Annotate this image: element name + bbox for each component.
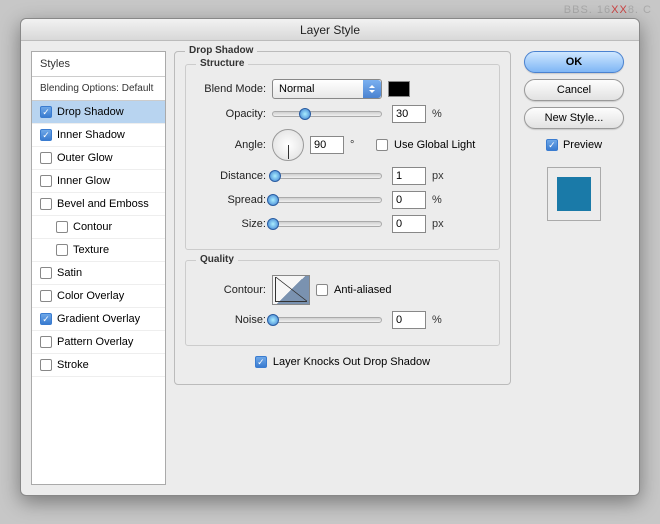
style-item-satin[interactable]: Satin xyxy=(32,262,165,285)
structure-legend: Structure xyxy=(196,58,248,69)
distance-unit: px xyxy=(432,170,452,182)
style-item-gradient-overlay[interactable]: Gradient Overlay xyxy=(32,308,165,331)
angle-dial[interactable] xyxy=(272,129,304,161)
opacity-unit: % xyxy=(432,108,452,120)
distance-slider[interactable] xyxy=(272,173,382,179)
style-item-pattern-overlay[interactable]: Pattern Overlay xyxy=(32,331,165,354)
knockout-label: Layer Knocks Out Drop Shadow xyxy=(273,356,430,368)
style-checkbox[interactable] xyxy=(40,129,52,141)
style-checkbox[interactable] xyxy=(40,313,52,325)
preview-checkbox[interactable] xyxy=(546,139,558,151)
style-checkbox[interactable] xyxy=(40,267,52,279)
style-label: Bevel and Emboss xyxy=(57,198,149,210)
contour-picker[interactable] xyxy=(272,275,310,305)
shadow-color-swatch[interactable] xyxy=(388,81,410,97)
style-item-stroke[interactable]: Stroke xyxy=(32,354,165,377)
quality-group: Quality Contour: Anti-aliased Noise: 0 % xyxy=(185,260,500,346)
style-label: Drop Shadow xyxy=(57,106,124,118)
style-item-contour[interactable]: Contour xyxy=(32,216,165,239)
size-label: Size: xyxy=(196,218,266,230)
style-label: Inner Glow xyxy=(57,175,110,187)
style-checkbox[interactable] xyxy=(40,359,52,371)
blending-options-row[interactable]: Blending Options: Default xyxy=(32,77,165,101)
layer-style-window: Layer Style Styles Blending Options: Def… xyxy=(20,18,640,496)
style-checkbox[interactable] xyxy=(40,152,52,164)
style-item-drop-shadow[interactable]: Drop Shadow xyxy=(32,101,165,124)
style-item-bevel-and-emboss[interactable]: Bevel and Emboss xyxy=(32,193,165,216)
style-checkbox[interactable] xyxy=(40,290,52,302)
preview-swatch xyxy=(557,177,591,211)
style-checkbox[interactable] xyxy=(56,221,68,233)
drop-shadow-panel: Drop Shadow Structure Blend Mode: Normal… xyxy=(174,51,511,385)
size-field[interactable]: 0 xyxy=(392,215,426,233)
spread-field[interactable]: 0 xyxy=(392,191,426,209)
style-checkbox[interactable] xyxy=(40,175,52,187)
style-label: Pattern Overlay xyxy=(57,336,133,348)
cancel-button[interactable]: Cancel xyxy=(524,79,624,101)
contour-label: Contour: xyxy=(196,284,266,296)
style-label: Contour xyxy=(73,221,112,233)
noise-field[interactable]: 0 xyxy=(392,311,426,329)
blend-mode-label: Blend Mode: xyxy=(196,83,266,95)
opacity-slider[interactable] xyxy=(272,111,382,117)
styles-list: Styles Blending Options: Default Drop Sh… xyxy=(31,51,166,485)
noise-unit: % xyxy=(432,314,452,326)
style-label: Texture xyxy=(73,244,109,256)
opacity-field[interactable]: 30 xyxy=(392,105,426,123)
style-checkbox[interactable] xyxy=(56,244,68,256)
style-checkbox[interactable] xyxy=(40,198,52,210)
style-checkbox[interactable] xyxy=(40,106,52,118)
spread-label: Spread: xyxy=(196,194,266,206)
style-label: Gradient Overlay xyxy=(57,313,140,325)
style-label: Satin xyxy=(57,267,82,279)
style-label: Outer Glow xyxy=(57,152,113,164)
angle-label: Angle: xyxy=(196,139,266,151)
opacity-label: Opacity: xyxy=(196,108,266,120)
distance-field[interactable]: 1 xyxy=(392,167,426,185)
chevron-updown-icon xyxy=(363,80,381,98)
size-slider[interactable] xyxy=(272,221,382,227)
spread-slider[interactable] xyxy=(272,197,382,203)
angle-field[interactable]: 90 xyxy=(310,136,344,154)
quality-legend: Quality xyxy=(196,254,238,265)
style-label: Color Overlay xyxy=(57,290,124,302)
ok-button[interactable]: OK xyxy=(524,51,624,73)
window-title: Layer Style xyxy=(21,19,639,41)
noise-label: Noise: xyxy=(196,314,266,326)
distance-label: Distance: xyxy=(196,170,266,182)
watermark: BBS. 16XX8. C xyxy=(564,2,652,16)
preview-label: Preview xyxy=(563,139,602,151)
style-item-color-overlay[interactable]: Color Overlay xyxy=(32,285,165,308)
style-label: Inner Shadow xyxy=(57,129,125,141)
size-unit: px xyxy=(432,218,452,230)
styles-header[interactable]: Styles xyxy=(32,52,165,77)
blend-mode-select[interactable]: Normal xyxy=(272,79,382,99)
spread-unit: % xyxy=(432,194,452,206)
noise-slider[interactable] xyxy=(272,317,382,323)
right-column: OK Cancel New Style... Preview xyxy=(519,51,629,485)
angle-unit: ° xyxy=(350,139,370,151)
new-style-button[interactable]: New Style... xyxy=(524,107,624,129)
style-item-inner-shadow[interactable]: Inner Shadow xyxy=(32,124,165,147)
style-item-inner-glow[interactable]: Inner Glow xyxy=(32,170,165,193)
anti-aliased-checkbox[interactable] xyxy=(316,284,328,296)
global-light-label: Use Global Light xyxy=(394,139,475,151)
global-light-checkbox[interactable] xyxy=(376,139,388,151)
structure-group: Structure Blend Mode: Normal Opacity: 30 xyxy=(185,64,500,250)
style-item-texture[interactable]: Texture xyxy=(32,239,165,262)
preview-box xyxy=(547,167,601,221)
style-item-outer-glow[interactable]: Outer Glow xyxy=(32,147,165,170)
panel-title: Drop Shadow xyxy=(185,45,257,56)
style-label: Stroke xyxy=(57,359,89,371)
style-checkbox[interactable] xyxy=(40,336,52,348)
anti-aliased-label: Anti-aliased xyxy=(334,284,391,296)
knockout-checkbox[interactable] xyxy=(255,356,267,368)
